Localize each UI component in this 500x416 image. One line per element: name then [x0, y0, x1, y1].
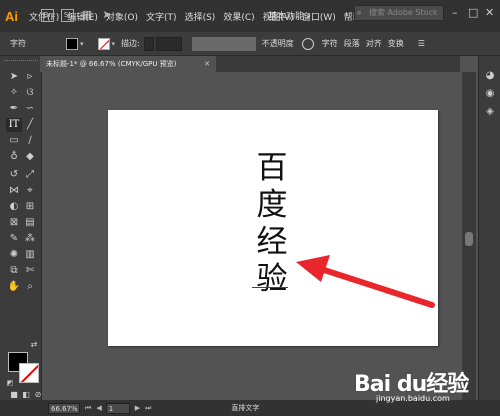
app-logo: Ai — [5, 8, 18, 24]
curvature-tool-icon[interactable]: ∽ — [22, 102, 38, 116]
blend-tool-icon[interactable]: ⁂ — [22, 232, 38, 246]
hand-tool-icon[interactable]: ✋ — [6, 280, 22, 294]
color-palette-icon[interactable]: ◕ — [484, 70, 496, 82]
zoom-tool-icon[interactable]: ⌕ — [22, 280, 38, 294]
stroke-weight-input[interactable] — [155, 36, 182, 51]
selection-tool-icon[interactable]: ➤ — [6, 70, 22, 84]
link-transform[interactable]: 变换 — [388, 38, 404, 49]
opacity-label[interactable]: 不透明度 — [262, 38, 294, 49]
gpu-rocket-icon[interactable]: ➤ — [100, 8, 114, 22]
maximize-icon[interactable]: □ — [468, 6, 478, 19]
rectangle-tool-icon[interactable]: ▭ — [6, 134, 22, 148]
search-icon: ⌕ — [357, 8, 362, 17]
scrollbar-thumb[interactable] — [465, 232, 473, 246]
workspace-label: 基本功能 — [268, 12, 305, 22]
paintbrush-tool-icon[interactable]: ∕ — [22, 134, 38, 148]
document-tab-title: 未标题-1* @ 66.67% (CMYK/GPU 预览) — [46, 60, 177, 68]
perspective-grid-tool-icon[interactable]: ⊞ — [22, 200, 38, 214]
vertical-type-tool-icon[interactable]: IT — [6, 118, 22, 132]
mesh-tool-icon[interactable]: ⊠ — [6, 216, 22, 230]
shaper-tool-icon[interactable]: ♁ — [6, 150, 22, 164]
free-transform-tool-icon[interactable]: ⌖ — [22, 184, 38, 198]
last-artboard-icon[interactable]: ⏭ — [145, 404, 151, 413]
width-tool-icon[interactable]: ⋈ — [6, 184, 22, 198]
artboard-tool-icon[interactable]: ⧉ — [6, 264, 22, 278]
first-artboard-icon[interactable]: ⏮ — [85, 404, 91, 413]
column-graph-tool-icon[interactable]: ▥ — [22, 248, 38, 262]
bridge-button[interactable]: Br — [41, 9, 54, 22]
watermark-site: jingyan.baidu.com — [376, 394, 450, 403]
line-segment-tool-icon[interactable]: ╱ — [22, 118, 38, 132]
stock-search-placeholder: 搜索 Adobe Stock — [369, 8, 438, 17]
swap-fill-stroke-icon[interactable]: ⇄ — [26, 338, 42, 352]
layers-icon[interactable]: ◈ — [484, 106, 496, 118]
document-tab[interactable]: 未标题-1* @ 66.67% (CMYK/GPU 预览) ✕ — [40, 56, 216, 72]
text-char: 百 — [256, 150, 288, 186]
eraser-tool-icon[interactable]: ◆ — [22, 150, 38, 164]
document-tab-bar: 未标题-1* @ 66.67% (CMYK/GPU 预览) ✕ — [40, 56, 460, 72]
direct-selection-tool-icon[interactable]: ▹ — [22, 70, 38, 84]
menu-select[interactable]: 选择(S) — [181, 10, 220, 23]
close-icon[interactable]: ✕ — [485, 6, 494, 19]
zoom-input[interactable]: 66.67% — [48, 402, 80, 414]
link-paragraph[interactable]: 段落 — [344, 38, 360, 49]
toolbar-grip[interactable] — [4, 60, 38, 64]
pen-tool-icon[interactable]: ✒ — [6, 102, 22, 116]
eyedropper-tool-icon[interactable]: ✎ — [6, 232, 22, 246]
text-char: 度 — [256, 187, 288, 223]
next-artboard-icon[interactable]: ▶ — [135, 404, 140, 412]
link-character[interactable]: 字符 — [322, 38, 338, 49]
rotate-tool-icon[interactable]: ↺ — [6, 168, 22, 182]
artboard[interactable]: 百 度 经 验 — [108, 110, 438, 346]
slice-tool-icon[interactable]: ✄ — [22, 264, 38, 278]
control-bar: 字符 ▾ ▾ 描边: 不透明度 字符 段落 对齐 变换 ☰ — [0, 32, 500, 56]
current-tool-label: 直排文字 — [231, 404, 260, 412]
variable-width-profile[interactable] — [191, 36, 256, 51]
artboard-number-input[interactable]: 1 — [105, 402, 130, 414]
text-char: 经 — [256, 224, 288, 260]
link-align[interactable]: 对齐 — [366, 38, 382, 49]
stroke-weight-stepper[interactable] — [143, 36, 154, 51]
magic-wand-tool-icon[interactable]: ✧ — [6, 86, 22, 100]
vertical-text-object[interactable]: 百 度 经 验 — [252, 150, 292, 298]
text-char: 验 — [256, 261, 288, 297]
tools-panel: ➤ ▹ ✧ ଓ ✒ ∽ IT ╱ ▭ ∕ ♁ ◆ ↺ ⤢ ⋈ ⌖ ◐ ⊞ ⊠ ▤… — [0, 56, 42, 400]
close-icon[interactable]: ✕ — [204, 56, 210, 72]
gradient-tool-icon[interactable]: ▤ — [22, 216, 38, 230]
text-cursor-line — [252, 287, 288, 288]
recolor-globe-icon[interactable] — [301, 37, 314, 50]
minimize-icon[interactable]: – — [452, 6, 458, 19]
menu-type[interactable]: 文字(T) — [142, 10, 181, 23]
watermark: Bai du经验 jingyan.baidu.com — [338, 366, 498, 412]
chevron-down-icon[interactable]: ▾ — [112, 40, 116, 48]
fill-swatch[interactable] — [66, 37, 78, 50]
control-mode-label: 字符 — [10, 39, 26, 48]
lasso-tool-icon[interactable]: ଓ — [22, 86, 38, 100]
scale-tool-icon[interactable]: ⤢ — [22, 168, 38, 182]
arrange-grid-icon[interactable]: ▦ — [80, 8, 94, 22]
workspace-switcher[interactable]: 基本功能 ▾ — [268, 9, 310, 22]
stroke-label: 描边: — [121, 39, 140, 48]
panel-menu-icon[interactable]: ☰ — [418, 39, 425, 48]
stroke-color-box[interactable] — [19, 363, 39, 383]
chevron-down-icon: ▾ — [306, 13, 311, 21]
previous-artboard-icon[interactable]: ◀ — [96, 404, 101, 412]
right-panel-dock: ◕ ◉ ◈ — [478, 56, 500, 400]
symbol-sprayer-tool-icon[interactable]: ✺ — [6, 248, 22, 262]
stock-button[interactable]: St — [61, 9, 74, 22]
menu-effect[interactable]: 效果(C) — [219, 10, 258, 23]
shape-builder-tool-icon[interactable]: ◐ — [6, 200, 22, 214]
chevron-down-icon[interactable]: ▾ — [80, 40, 84, 48]
stroke-swatch[interactable] — [97, 37, 110, 50]
vertical-scrollbar[interactable] — [462, 72, 476, 400]
stock-search-input[interactable]: ⌕ 搜索 Adobe Stock — [354, 5, 444, 21]
appearance-icon[interactable]: ◉ — [484, 88, 496, 100]
